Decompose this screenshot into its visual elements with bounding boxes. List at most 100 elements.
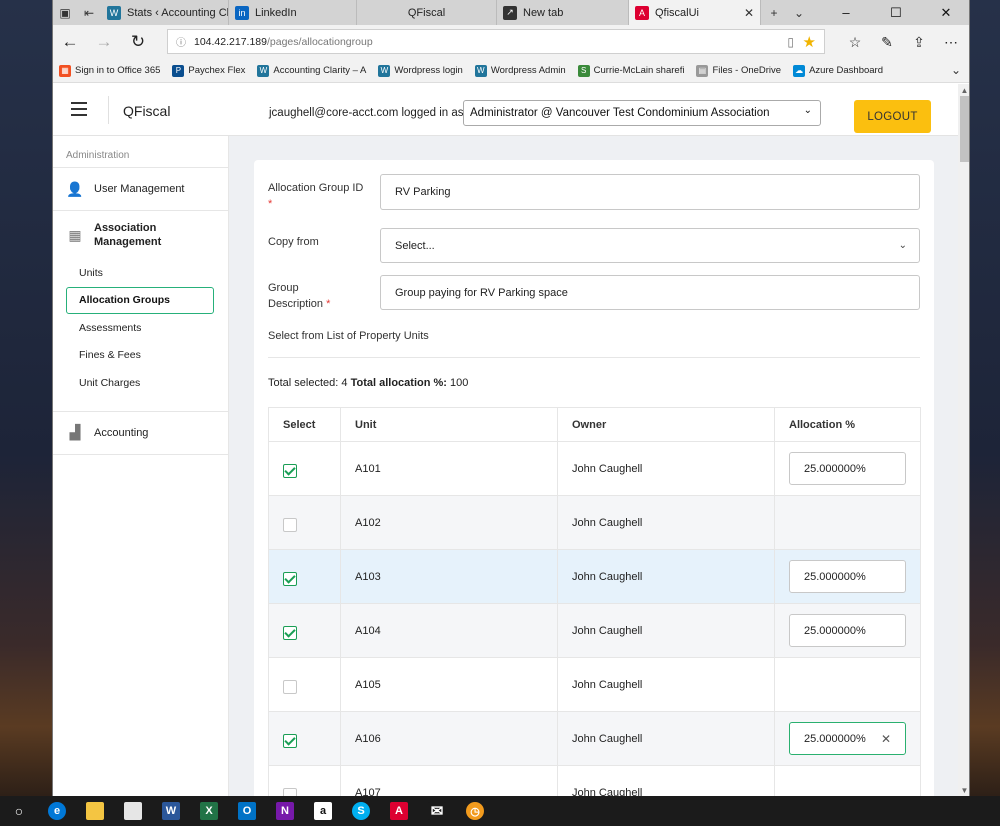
- allocation-input-focused[interactable]: 25.000000% ✕: [789, 722, 906, 755]
- wordpress-icon: W: [378, 64, 391, 77]
- scroll-down-icon[interactable]: ▼: [958, 784, 969, 796]
- tab-new-tab[interactable]: ↗ New tab: [497, 0, 629, 25]
- maximize-button[interactable]: ☐: [871, 0, 921, 25]
- tab-preview-icon[interactable]: ▣: [53, 0, 77, 25]
- app-page: QFiscal jcaughell@core-acct.com logged i…: [53, 84, 958, 796]
- close-tab-icon[interactable]: ✕: [738, 6, 754, 20]
- set-aside-tabs-icon[interactable]: ⇤: [77, 0, 101, 25]
- more-icon[interactable]: ⋯: [935, 25, 967, 59]
- tab-bar: ▣ ⇤ W Stats ‹ Accounting Clari in Linked…: [53, 0, 969, 25]
- sidebar-item-accounting[interactable]: ▟ Accounting: [53, 412, 228, 455]
- column-header-allocation: Allocation %: [789, 418, 856, 431]
- unit-cell: A101: [341, 442, 558, 495]
- refresh-button[interactable]: ↻: [121, 25, 155, 59]
- share-icon[interactable]: ⇪: [903, 25, 935, 59]
- outlook-icon[interactable]: O: [228, 796, 266, 826]
- hamburger-menu-icon[interactable]: [71, 102, 87, 120]
- row-checkbox[interactable]: [283, 679, 297, 694]
- tab-stats[interactable]: W Stats ‹ Accounting Clari: [101, 0, 229, 25]
- page-scrollbar[interactable]: ▲ ▼: [958, 84, 969, 796]
- onenote-icon[interactable]: N: [266, 796, 304, 826]
- allocation-input[interactable]: 25.000000%: [789, 560, 906, 593]
- organization-select[interactable]: Administrator @ Vancouver Test Condomini…: [463, 100, 821, 126]
- tab-linkedin[interactable]: in LinkedIn: [229, 0, 357, 25]
- logout-button[interactable]: LOGOUT: [854, 100, 931, 133]
- edge-icon[interactable]: e: [38, 796, 76, 826]
- fav-accounting-clarity[interactable]: W Accounting Clarity – A: [257, 64, 366, 77]
- copy-from-label: Copy from: [268, 236, 319, 248]
- sidebar-item-association-management[interactable]: ▦ Association Management: [53, 211, 228, 259]
- table-row: A103 John Caughell 25.000000%: [269, 550, 920, 604]
- cloud-icon: ☁: [793, 64, 806, 77]
- angular-icon[interactable]: A: [380, 796, 418, 826]
- start-icon[interactable]: ○: [0, 796, 38, 826]
- forward-button[interactable]: →: [87, 25, 121, 59]
- sidebar-item-fines-fees[interactable]: Fines & Fees: [53, 342, 228, 370]
- minimize-button[interactable]: –: [821, 0, 871, 25]
- table-row: A104 John Caughell 25.000000%: [269, 604, 920, 658]
- amazon-icon[interactable]: a: [304, 796, 342, 826]
- windows-taskbar: ○ e W X O N a S A ✉ ◷: [0, 796, 1000, 826]
- group-id-input[interactable]: RV Parking: [380, 174, 920, 210]
- new-tab-icon: ↗: [503, 5, 517, 20]
- back-button[interactable]: ←: [53, 25, 87, 59]
- clear-icon[interactable]: ✕: [881, 732, 891, 746]
- owner-cell: John Caughell: [558, 658, 775, 711]
- address-bar-row: ← → ↻ ⓘ 104.42.217.189/pages/allocationg…: [53, 25, 969, 59]
- row-checkbox[interactable]: [283, 625, 297, 640]
- excel-icon[interactable]: X: [190, 796, 228, 826]
- favorites-hub-icon[interactable]: ☆: [839, 25, 871, 59]
- row-checkbox[interactable]: [283, 463, 297, 478]
- total-allocation-percent: 100: [450, 377, 469, 389]
- logged-in-text: jcaughell@core-acct.com logged in as: [269, 107, 464, 119]
- scrollbar-thumb[interactable]: [960, 96, 969, 162]
- mail-icon[interactable]: ✉: [418, 796, 456, 826]
- pen-icon[interactable]: ✎: [871, 25, 903, 59]
- copy-from-select[interactable]: Select... ⌄: [380, 228, 920, 263]
- store-icon[interactable]: [114, 796, 152, 826]
- fav-azure[interactable]: ☁ Azure Dashboard: [793, 64, 883, 77]
- scroll-up-icon[interactable]: ▲: [958, 84, 969, 96]
- row-checkbox[interactable]: [283, 517, 297, 532]
- reading-view-icon[interactable]: ▯: [787, 35, 794, 49]
- allocation-input[interactable]: 25.000000%: [789, 452, 906, 485]
- sidebar-item-units[interactable]: Units: [53, 259, 228, 287]
- table-row: A107 John Caughell: [269, 766, 920, 796]
- unit-cell: A105: [341, 658, 558, 711]
- sidebar-item-assessments[interactable]: Assessments: [53, 314, 228, 342]
- close-window-button[interactable]: ✕: [921, 0, 969, 25]
- fav-paychex[interactable]: P Paychex Flex: [172, 64, 245, 77]
- url-field[interactable]: ⓘ 104.42.217.189/pages/allocationgroup ▯…: [167, 29, 825, 54]
- tab-list-chevron-icon[interactable]: ⌄: [787, 0, 811, 25]
- favorite-star-icon[interactable]: ★: [803, 33, 816, 51]
- sidebar-item-allocation-groups[interactable]: Allocation Groups: [66, 286, 214, 314]
- windows-icon: ▦: [59, 64, 71, 77]
- word-icon[interactable]: W: [152, 796, 190, 826]
- fav-onedrive[interactable]: ▤ Files - OneDrive: [696, 64, 781, 77]
- row-checkbox[interactable]: [283, 733, 297, 748]
- description-input[interactable]: Group paying for RV Parking space: [380, 275, 920, 310]
- new-tab-button[interactable]: +: [761, 0, 787, 25]
- table-row: A106 John Caughell 25.000000% ✕: [269, 712, 920, 766]
- sidebar-item-user-management[interactable]: 👤 User Management: [53, 168, 228, 211]
- tab-qfiscal[interactable]: QFiscal: [357, 0, 497, 25]
- file-explorer-icon[interactable]: [76, 796, 114, 826]
- owner-cell: John Caughell: [558, 550, 775, 603]
- tab-qfiscalui[interactable]: A QfiscalUi ✕: [629, 0, 761, 25]
- clock-icon[interactable]: ◷: [456, 796, 494, 826]
- wordpress-icon: W: [257, 64, 270, 77]
- row-checkbox[interactable]: [283, 787, 297, 796]
- row-checkbox[interactable]: [283, 571, 297, 586]
- browser-toolbar: ☆ ✎ ⇪ ⋯: [839, 25, 967, 59]
- fav-wordpress-login[interactable]: W Wordpress login: [378, 64, 463, 77]
- table-header-row: Select Unit Owner Allocation %: [269, 408, 920, 442]
- fav-currie-mclain[interactable]: S Currie-McLain sharefi: [577, 64, 684, 77]
- fav-wordpress-admin[interactable]: W Wordpress Admin: [474, 64, 566, 77]
- fav-office365[interactable]: ▦ Sign in to Office 365: [59, 64, 160, 77]
- sidebar-item-unit-charges[interactable]: Unit Charges: [53, 369, 228, 397]
- skype-icon[interactable]: S: [342, 796, 380, 826]
- chevron-down-icon[interactable]: ⌄: [951, 63, 961, 77]
- divider: [268, 357, 920, 358]
- allocation-input[interactable]: 25.000000%: [789, 614, 906, 647]
- header-divider: [108, 96, 109, 124]
